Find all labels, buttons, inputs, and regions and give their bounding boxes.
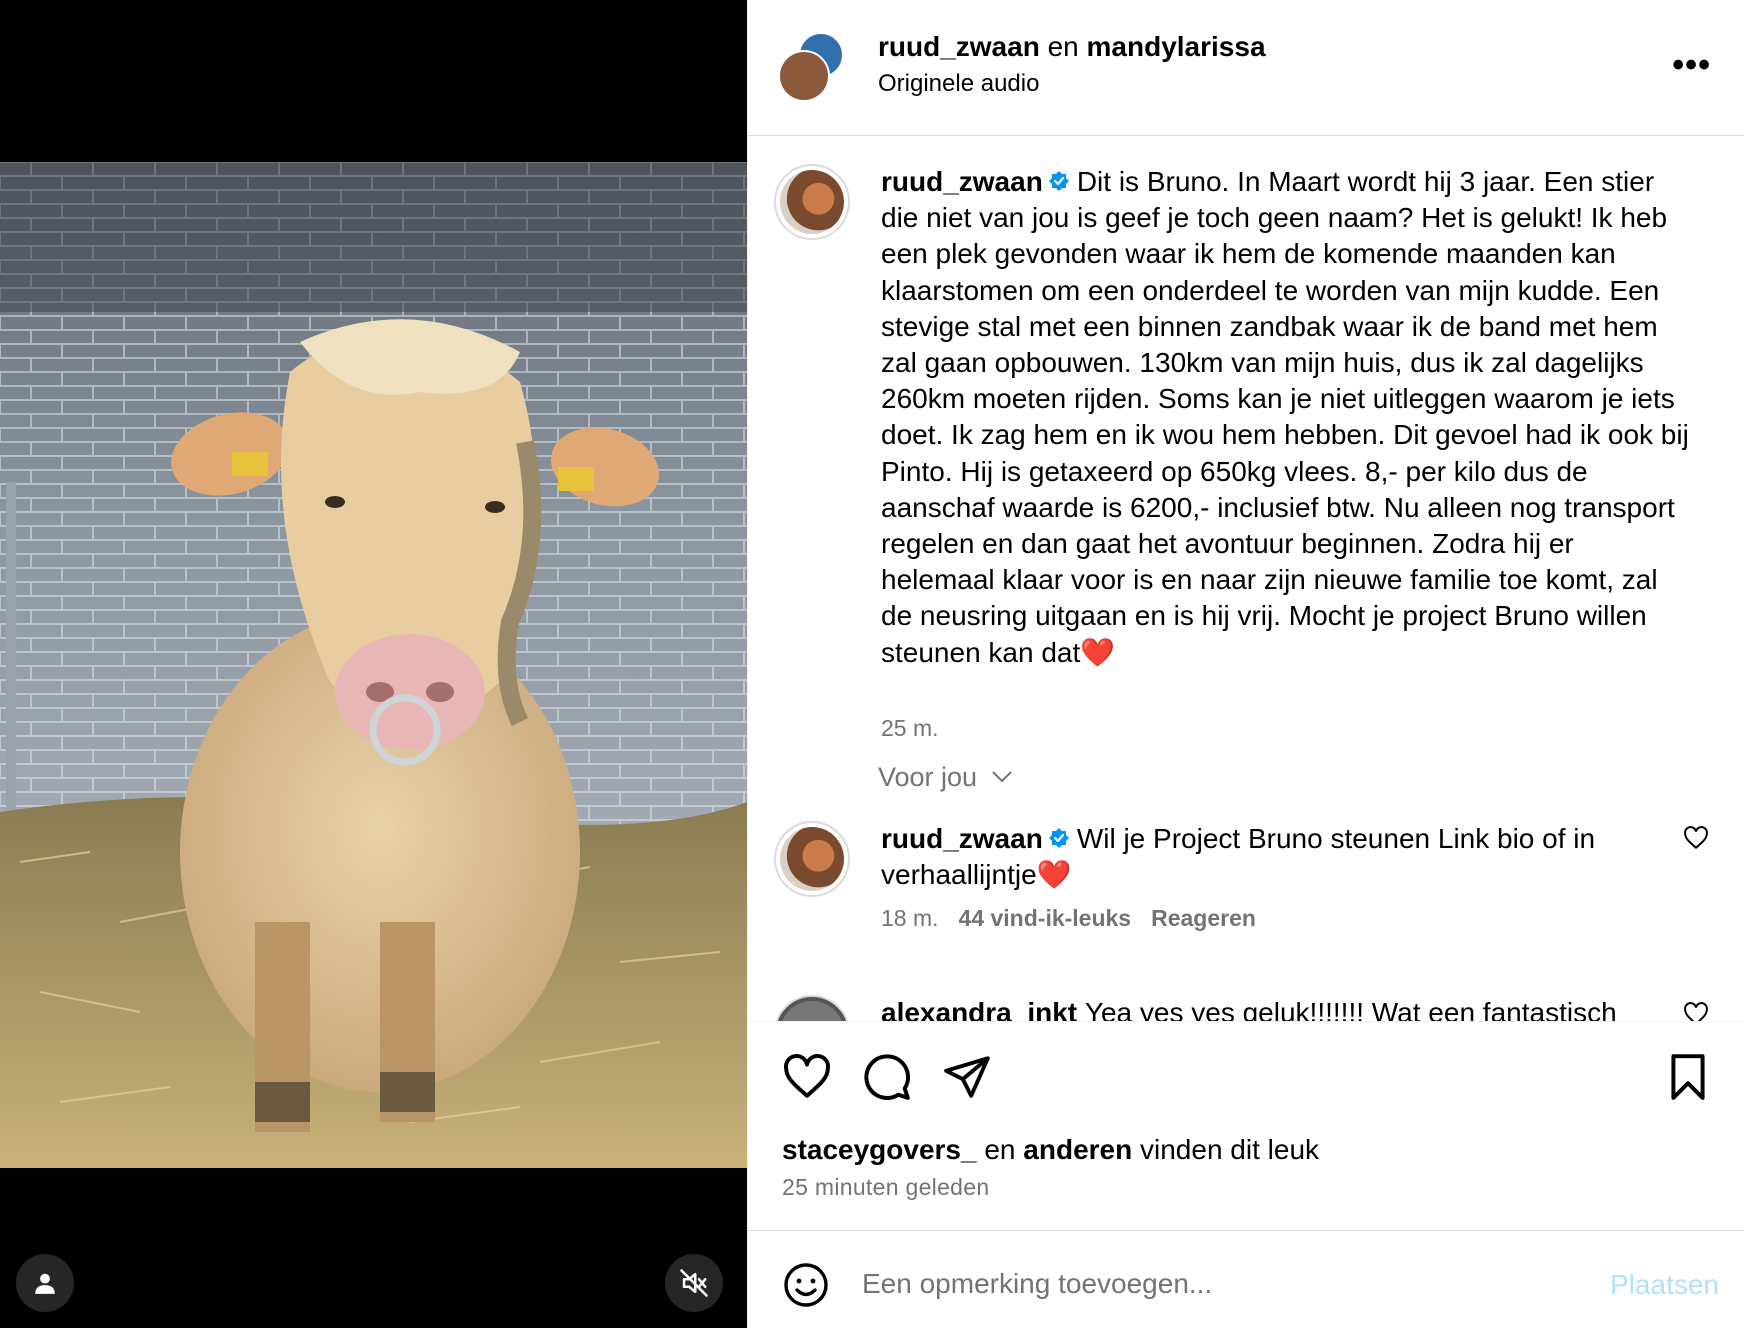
- verified-badge-icon: [1048, 171, 1069, 191]
- user-icon: [35, 1273, 55, 1294]
- add-comment-bar: Plaatsen: [748, 1230, 1744, 1328]
- heart-emoji: ❤️: [1080, 636, 1116, 668]
- reply-button[interactable]: Reageren: [1151, 905, 1256, 931]
- comments-list: ruud_zwaan Dit is Bruno. In Maart wordt h…: [748, 137, 1744, 1021]
- sort-label: Voor jou: [878, 762, 978, 792]
- like-comment-icon[interactable]: [1683, 1001, 1709, 1021]
- author-avatars[interactable]: [778, 30, 848, 102]
- likers-others-link[interactable]: anderen: [1023, 1134, 1132, 1165]
- liker-username[interactable]: staceygovers_: [782, 1134, 977, 1165]
- more-options-button[interactable]: •••: [1672, 48, 1711, 82]
- avatar[interactable]: [774, 164, 850, 240]
- comment-input[interactable]: [862, 1257, 1562, 1311]
- likes-summary: staceygovers_ en anderen vinden dit leuk: [782, 1134, 1319, 1166]
- chevron-down-icon: [991, 771, 1012, 783]
- emoji-smiley-icon[interactable]: [782, 1261, 830, 1309]
- caption-time: 25 m.: [881, 715, 939, 741]
- heart-emoji: ❤️: [1036, 859, 1072, 891]
- more-horizontal-icon: •••: [1672, 46, 1711, 84]
- post-details-panel: ruud_zwaan en mandylarissa Originele aud…: [747, 0, 1744, 1328]
- comment-text-block: alexandra_inkt Yea yes yes geluk!!!!!!! …: [881, 995, 1691, 1021]
- verified-badge-icon: [1048, 828, 1069, 848]
- sort-comments-dropdown[interactable]: Voor jou: [878, 762, 1013, 793]
- author-conjunction: en: [1047, 31, 1079, 62]
- comment-username[interactable]: ruud_zwaan: [881, 823, 1043, 854]
- like-heart-icon[interactable]: [782, 1052, 832, 1102]
- avatar[interactable]: [774, 821, 850, 897]
- avatar: [778, 50, 830, 102]
- comment-text: Yea yes yes geluk!!!!!!! Wat een fantast…: [1084, 997, 1617, 1021]
- author-username-1[interactable]: ruud_zwaan: [878, 31, 1040, 62]
- author-username-2[interactable]: mandylarissa: [1087, 31, 1266, 62]
- comment-bubble-icon[interactable]: [862, 1052, 912, 1102]
- post-photo-bull[interactable]: [0, 162, 747, 1168]
- like-comment-icon[interactable]: [1683, 825, 1709, 851]
- media-panel: [0, 0, 747, 1328]
- comment-time: 18 m.: [881, 905, 939, 931]
- comment-text-block: ruud_zwaan Wil je Project Bruno steunen L…: [881, 821, 1691, 893]
- likes-tail: vinden dit leuk: [1140, 1134, 1320, 1165]
- caption-username[interactable]: ruud_zwaan: [881, 166, 1043, 197]
- post-timestamp[interactable]: 25 minuten geleden: [782, 1174, 989, 1201]
- post-comment-button[interactable]: Plaatsen: [1610, 1269, 1719, 1301]
- author-names: ruud_zwaan en mandylarissa: [878, 30, 1266, 64]
- audio-label[interactable]: Originele audio: [878, 70, 1039, 98]
- caption-text: Dit is Bruno. In Maart wordt hij 3 jaar.…: [881, 166, 1689, 668]
- post-actions: staceygovers_ en anderen vinden dit leuk…: [748, 1021, 1744, 1231]
- caption-text-block: ruud_zwaan Dit is Bruno. In Maart wordt h…: [881, 164, 1691, 671]
- post-header: ruud_zwaan en mandylarissa Originele aud…: [748, 0, 1744, 136]
- comment-meta: 18 m. 44 vind-ik-leuks Reageren: [881, 905, 1256, 932]
- comment-username[interactable]: alexandra_inkt: [881, 997, 1085, 1021]
- tagged-users-button[interactable]: [16, 1254, 74, 1312]
- save-bookmark-icon[interactable]: [1663, 1052, 1713, 1102]
- likes-conj: en: [984, 1134, 1016, 1165]
- muted-speaker-icon: [680, 1269, 708, 1297]
- comment-likes[interactable]: 44 vind-ik-leuks: [959, 905, 1132, 931]
- avatar[interactable]: [774, 995, 850, 1021]
- mute-button[interactable]: [665, 1254, 723, 1312]
- share-paper-plane-icon[interactable]: [942, 1052, 992, 1102]
